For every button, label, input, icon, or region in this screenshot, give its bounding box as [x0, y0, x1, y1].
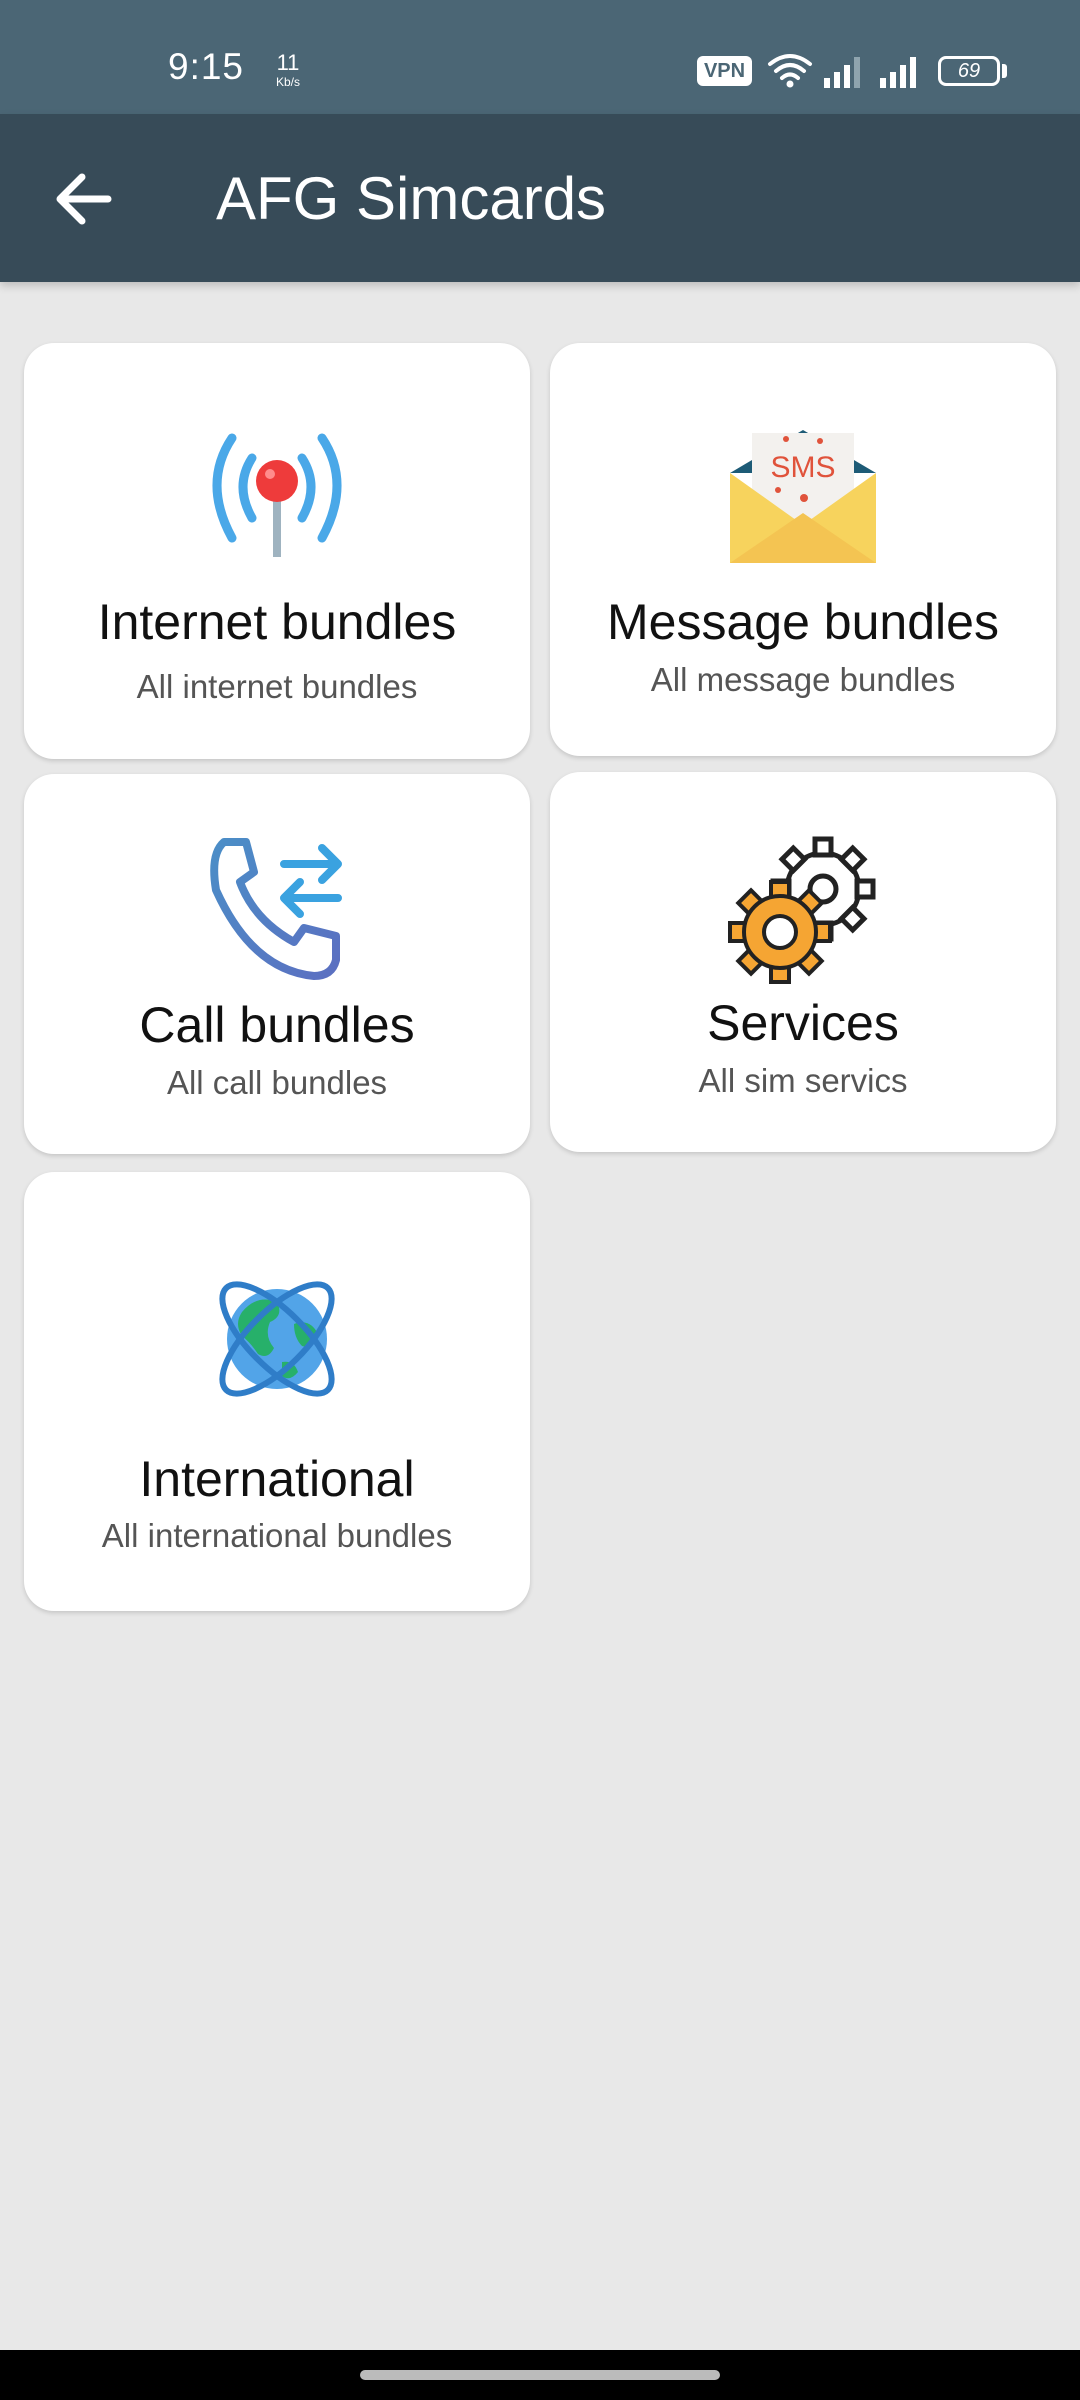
- card-subtitle: All international bundles: [101, 1517, 453, 1554]
- card-subtitle: All call bundles: [166, 1064, 388, 1101]
- card-title: Internet bundles: [97, 594, 457, 650]
- vpn-badge: VPN: [697, 56, 752, 86]
- call-bundles-card[interactable]: Call bundles All call bundles: [24, 774, 530, 1154]
- signal-icon: [880, 57, 916, 88]
- network-speed: 11 Kb/s: [268, 50, 308, 89]
- status-bar: 9:15 11 Kb/s VPN 69: [0, 0, 1080, 114]
- back-arrow-icon[interactable]: [50, 169, 120, 229]
- battery-icon: 69: [938, 56, 1000, 86]
- wifi-icon: [768, 54, 812, 88]
- app-bar: AFG Simcards: [0, 114, 1080, 282]
- page-title: AFG Simcards: [216, 165, 607, 232]
- card-title: Message bundles: [607, 594, 999, 650]
- card-subtitle: All internet bundles: [136, 668, 418, 705]
- network-speed-unit: Kb/s: [275, 75, 300, 89]
- sms-envelope-icon: SMS: [730, 430, 876, 563]
- network-speed-value: 11: [276, 50, 300, 75]
- gears-icon: [728, 836, 876, 984]
- internet-bundles-card[interactable]: Internet bundles All internet bundles: [24, 343, 530, 759]
- card-title: Call bundles: [139, 997, 415, 1053]
- card-subtitle: All sim servics: [698, 1062, 908, 1099]
- services-card[interactable]: Services All sim servics: [550, 772, 1056, 1152]
- card-subtitle: All message bundles: [650, 661, 956, 698]
- card-title: Services: [707, 995, 899, 1051]
- signal-icon: [824, 57, 860, 88]
- international-card[interactable]: International All international bundles: [24, 1172, 530, 1611]
- svg-text:SMS: SMS: [770, 451, 835, 484]
- phone-arrows-icon: [210, 838, 342, 980]
- card-title: International: [139, 1451, 415, 1507]
- navigation-bar: [0, 2350, 1080, 2400]
- status-time: 9:15: [168, 46, 245, 87]
- battery-tip: [1002, 64, 1007, 78]
- home-gesture-handle[interactable]: [360, 2370, 720, 2380]
- globe-icon: [219, 1281, 335, 1397]
- message-bundles-card[interactable]: SMS Message bundles All message bundles: [550, 343, 1056, 756]
- antenna-icon: [212, 433, 342, 557]
